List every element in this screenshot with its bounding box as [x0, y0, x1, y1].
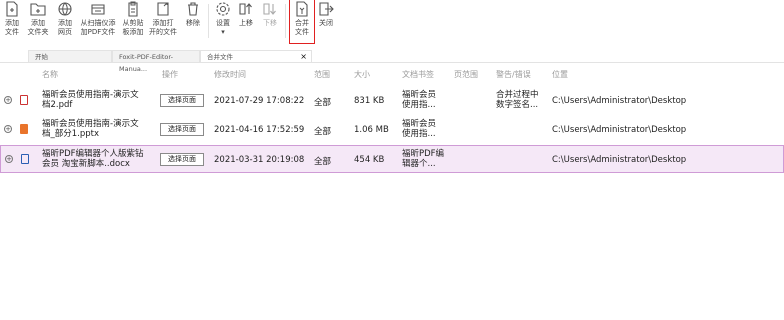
select-pages-button[interactable]: 选择页面	[160, 123, 204, 136]
move-down-icon	[263, 3, 276, 15]
clipboard-label: 从剪贴 板添加	[122, 19, 144, 36]
bookmark-value: 福昕会员 使用指...	[402, 90, 437, 110]
col-name[interactable]: 名称	[42, 69, 58, 80]
tab-bar: 开始 Foxit-PDF-Editor-Manua... 合并文件 ×	[0, 50, 784, 73]
scanner-button[interactable]: 从扫描仪添 加PDF文件	[78, 0, 118, 44]
tab-label: 合并文件	[207, 53, 233, 61]
add-folder-label: 添加 文件夹	[27, 19, 49, 36]
docx-file-icon	[21, 154, 29, 164]
tab-label: 开始	[35, 53, 48, 61]
col-warning[interactable]: 警告/错误	[496, 69, 531, 80]
expand-icon[interactable]: +	[4, 125, 12, 133]
range-value: 全部	[314, 157, 332, 167]
select-pages-button[interactable]: 选择页面	[160, 94, 204, 107]
tab-merge-files[interactable]: 合并文件 ×	[200, 50, 312, 62]
file-name: 福昕会员使用指南-演示文 档_部分1.pptx	[42, 119, 139, 139]
size-value: 1.06 MB	[354, 125, 389, 135]
trash-icon	[188, 2, 198, 16]
add-file-button[interactable]: 添加 文件	[2, 0, 22, 44]
modified-time: 2021-03-31 20:19:08	[214, 155, 305, 165]
close-icon	[319, 2, 334, 16]
scanner-icon	[91, 4, 105, 15]
pdf-file-icon	[20, 95, 28, 105]
clipboard-icon	[128, 1, 138, 17]
open-files-icon	[157, 2, 169, 16]
merge-files-button[interactable]: 合并 文件	[289, 0, 315, 44]
add-file-icon	[6, 1, 18, 17]
table-row[interactable]: + 福昕PDF编辑器个人版紫钻 会员 淘宝新脚本..docx 选择页面 2021…	[0, 145, 784, 173]
add-web-label: 添加 网页	[58, 19, 72, 36]
size-value: 831 KB	[354, 96, 385, 106]
location-value: C:\Users\Administrator\Desktop	[552, 125, 687, 135]
move-up-button[interactable]: 上移	[236, 0, 256, 44]
col-size[interactable]: 大小	[354, 69, 370, 80]
range-value: 全部	[314, 98, 332, 108]
add-open-files-button[interactable]: 添加打 开的文件	[148, 0, 178, 44]
move-up-label: 上移	[239, 19, 253, 27]
location-value: C:\Users\Administrator\Desktop	[552, 96, 687, 106]
col-bookmarks[interactable]: 文档书签	[402, 69, 434, 80]
settings-button[interactable]: 设置 ▾	[212, 0, 234, 44]
add-web-icon	[58, 2, 72, 16]
location-value: C:\Users\Administrator\Desktop	[552, 155, 687, 165]
col-range[interactable]: 范围	[314, 69, 330, 80]
expand-icon[interactable]: +	[5, 155, 13, 163]
add-folder-button[interactable]: 添加 文件夹	[26, 0, 50, 44]
file-name: 福昕PDF编辑器个人版紫钻 会员 淘宝新脚本..docx	[42, 149, 144, 169]
tab-divider	[0, 62, 784, 63]
modified-time: 2021-07-29 17:08:22	[214, 96, 305, 106]
col-pagerange[interactable]: 页范围	[454, 69, 478, 80]
close-button[interactable]: 关闭	[316, 0, 336, 44]
modified-time: 2021-04-16 17:52:59	[214, 125, 305, 135]
gear-icon	[216, 2, 230, 16]
range-value: 全部	[314, 127, 332, 137]
select-pages-button[interactable]: 选择页面	[160, 153, 204, 166]
merge-icon	[296, 1, 308, 17]
settings-label: 设置 ▾	[216, 19, 230, 36]
size-value: 454 KB	[354, 155, 385, 165]
tab-start[interactable]: 开始	[28, 50, 112, 62]
merge-files-label: 合并 文件	[295, 19, 309, 36]
move-up-icon	[239, 3, 252, 15]
table-header: 名称 操作 修改时间 范围 大小 文档书签 页范围 警告/错误 位置	[0, 64, 784, 82]
add-folder-icon	[30, 3, 46, 16]
bookmark-value: 福昕PDF编 辑器个...	[402, 149, 445, 169]
add-file-label: 添加 文件	[5, 19, 19, 36]
remove-label: 移除	[186, 19, 200, 27]
add-open-files-label: 添加打 开的文件	[149, 19, 177, 36]
scanner-label: 从扫描仪添 加PDF文件	[80, 19, 116, 36]
file-name: 福昕会员使用指南-演示文 档2.pdf	[42, 90, 139, 110]
col-modified[interactable]: 修改时间	[214, 69, 246, 80]
col-location[interactable]: 位置	[552, 69, 568, 80]
warning-value: 合并过程中 数字签名...	[496, 90, 539, 110]
toolbar: 添加 文件 添加 文件夹 添加 网页 从扫描仪添 加PDF文件 从剪贴 板添加 …	[0, 0, 784, 44]
col-action[interactable]: 操作	[162, 69, 178, 80]
move-down-button[interactable]: 下移	[260, 0, 280, 44]
expand-icon[interactable]: +	[4, 96, 12, 104]
add-web-button[interactable]: 添加 网页	[54, 0, 76, 44]
bookmark-value: 福昕会员 使用指...	[402, 119, 437, 139]
clipboard-button[interactable]: 从剪贴 板添加	[120, 0, 146, 44]
tab-foxit-manual[interactable]: Foxit-PDF-Editor-Manua...	[112, 50, 200, 73]
remove-button[interactable]: 移除	[182, 0, 204, 44]
close-label: 关闭	[319, 19, 333, 27]
toolbar-separator	[208, 4, 209, 38]
table-row[interactable]: + 福昕会员使用指南-演示文 档2.pdf 选择页面 2021-07-29 17…	[0, 87, 784, 114]
move-down-label: 下移	[263, 19, 277, 27]
table-row[interactable]: + 福昕会员使用指南-演示文 档_部分1.pptx 选择页面 2021-04-1…	[0, 116, 784, 143]
toolbar-separator	[285, 4, 286, 38]
pptx-file-icon	[20, 124, 28, 134]
